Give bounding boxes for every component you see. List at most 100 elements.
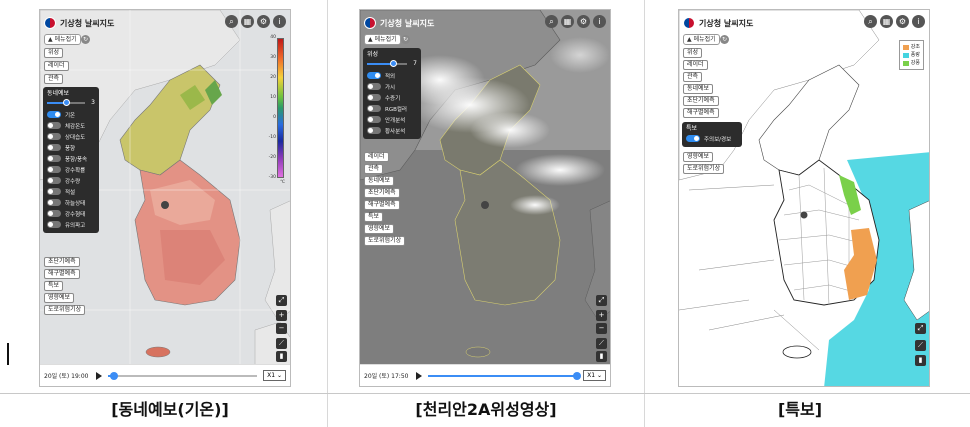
refresh-icon[interactable]: ↻ [720,35,729,44]
layer-chip[interactable]: 레이더 [683,60,708,70]
layer-chip-road[interactable]: 도로위험기상 [44,305,86,315]
layer-chip[interactable]: 초단기예측 [683,96,719,106]
layer-toggle-row[interactable]: 강수량 [47,175,95,186]
layer-chip-warning[interactable]: 특보 [44,281,64,291]
layer-chip[interactable]: 영향예보 [364,224,395,234]
toggle-switch[interactable] [47,166,61,173]
play-icon[interactable] [96,371,103,380]
layer-toggle-row[interactable]: 유의파고 [47,219,95,230]
toggle-switch[interactable] [47,122,61,129]
bookmark-icon[interactable]: ▮ [596,351,607,362]
layer-chip[interactable]: 동네예보 [683,84,714,94]
search-icon[interactable]: ⌕ [864,15,877,28]
layer-chip-satellite[interactable]: 위성 [44,48,64,58]
toggle-switch[interactable] [47,155,61,162]
opacity-slider[interactable]: 3 [47,99,95,107]
layer-toggle-row[interactable]: 적설 [47,186,95,197]
toggle-switch[interactable] [47,221,61,228]
menu-collapse-button[interactable]: ▲ 메뉴접기 [683,34,720,45]
layer-chip[interactable]: 특보 [364,212,384,222]
speed-select[interactable]: X1 ⌄ [583,370,606,381]
layer-toggle-row[interactable]: 하늘상태 [47,197,95,208]
toggle-switch[interactable] [367,94,381,101]
toggle-switch[interactable] [367,105,381,112]
layers-icon[interactable]: ▦ [561,15,574,28]
toggle-switch[interactable] [367,72,381,79]
toggle-switch[interactable] [367,116,381,123]
layer-chip-impact[interactable]: 영향예보 [683,152,714,162]
toggle-switch[interactable] [367,127,381,134]
layer-toggle-row[interactable]: 주의보/경보 [686,133,738,144]
layer-toggle-row[interactable]: RGB컬러 [367,103,417,114]
layer-chip[interactable]: 해구별예측 [683,108,719,118]
layer-chip-marine[interactable]: 해구별예측 [44,269,80,279]
speed-select[interactable]: X1 ⌄ [263,370,286,381]
info-icon[interactable]: i [912,15,925,28]
opacity-slider[interactable]: 7 [367,60,417,68]
layer-chip-radar[interactable]: 레이더 [44,61,69,71]
layer-chip[interactable]: 관측 [683,72,703,82]
zoom-in-icon[interactable]: + [276,310,287,321]
layer-chip-impact[interactable]: 영향예보 [44,293,75,303]
refresh-icon[interactable]: ↻ [81,35,90,44]
toggle-switch[interactable] [47,144,61,151]
layer-chip-nowcast[interactable]: 초단기예측 [44,257,80,267]
refresh-icon[interactable]: ↻ [401,35,410,44]
timeline-knob[interactable] [110,371,119,380]
menu-collapse-button[interactable]: ▲ 메뉴접기 [44,34,81,45]
zoom-in-icon[interactable]: + [596,310,607,321]
gear-icon[interactable]: ⚙ [257,15,270,28]
slider-knob[interactable] [63,99,70,106]
toggle-switch[interactable] [47,210,61,217]
info-icon[interactable]: i [593,15,606,28]
layer-toggle-row[interactable]: 강수확률 [47,164,95,175]
zoom-out-icon[interactable]: − [596,323,607,334]
layer-chip[interactable]: 위성 [683,48,703,58]
timeline-slider[interactable] [108,371,258,381]
zoom-out-icon[interactable]: − [276,323,287,334]
toggle-switch[interactable] [47,177,61,184]
layer-chip[interactable]: 레이더 [364,152,389,162]
layer-toggle-row[interactable]: 상대습도 [47,131,95,142]
search-icon[interactable]: ⌕ [545,15,558,28]
bookmark-icon[interactable]: ▮ [276,351,287,362]
layer-toggle-row[interactable]: 수증기 [367,92,417,103]
ruler-icon[interactable]: ⟋ [276,338,287,349]
layer-chip[interactable]: 해구별예측 [364,200,400,210]
layer-toggle-row[interactable]: 풍향 [47,142,95,153]
layer-toggle-row[interactable]: 강수형태 [47,208,95,219]
expand-icon[interactable]: ⤢ [276,295,287,306]
toggle-switch[interactable] [367,83,381,90]
layer-toggle-row[interactable]: 체감온도 [47,120,95,131]
layer-chip[interactable]: 관측 [364,164,384,174]
toggle-switch[interactable] [47,111,61,118]
layer-toggle-row[interactable]: 풍향/풍속 [47,153,95,164]
layer-chip-road[interactable]: 도로위험기상 [683,164,725,174]
layer-chip[interactable]: 초단기예측 [364,188,400,198]
info-icon[interactable]: i [273,15,286,28]
layer-toggle-row[interactable]: 기온 [47,109,95,120]
layer-toggle-row[interactable]: 황사분석 [367,125,417,136]
toggle-switch[interactable] [47,133,61,140]
timeline-knob[interactable] [573,371,582,380]
layer-chip-observation[interactable]: 관측 [44,74,64,84]
ruler-icon[interactable]: ⟋ [915,340,926,351]
layers-icon[interactable]: ▦ [241,15,254,28]
search-icon[interactable]: ⌕ [225,15,238,28]
gear-icon[interactable]: ⚙ [577,15,590,28]
ruler-icon[interactable]: ⟋ [596,338,607,349]
layer-chip[interactable]: 도로위험기상 [364,236,406,246]
layer-toggle-row[interactable]: 가시 [367,81,417,92]
bookmark-icon[interactable]: ▮ [915,355,926,366]
layer-toggle-row[interactable]: 안개분석 [367,114,417,125]
toggle-switch[interactable] [686,135,700,142]
toggle-switch[interactable] [47,188,61,195]
slider-knob[interactable] [390,60,397,67]
layer-toggle-row[interactable]: 적외 [367,70,417,81]
expand-icon[interactable]: ⤢ [596,295,607,306]
menu-collapse-button[interactable]: ▲ 메뉴접기 [364,34,401,45]
layers-icon[interactable]: ▦ [880,15,893,28]
toggle-switch[interactable] [47,199,61,206]
layer-chip[interactable]: 동네예보 [364,176,395,186]
gear-icon[interactable]: ⚙ [896,15,909,28]
